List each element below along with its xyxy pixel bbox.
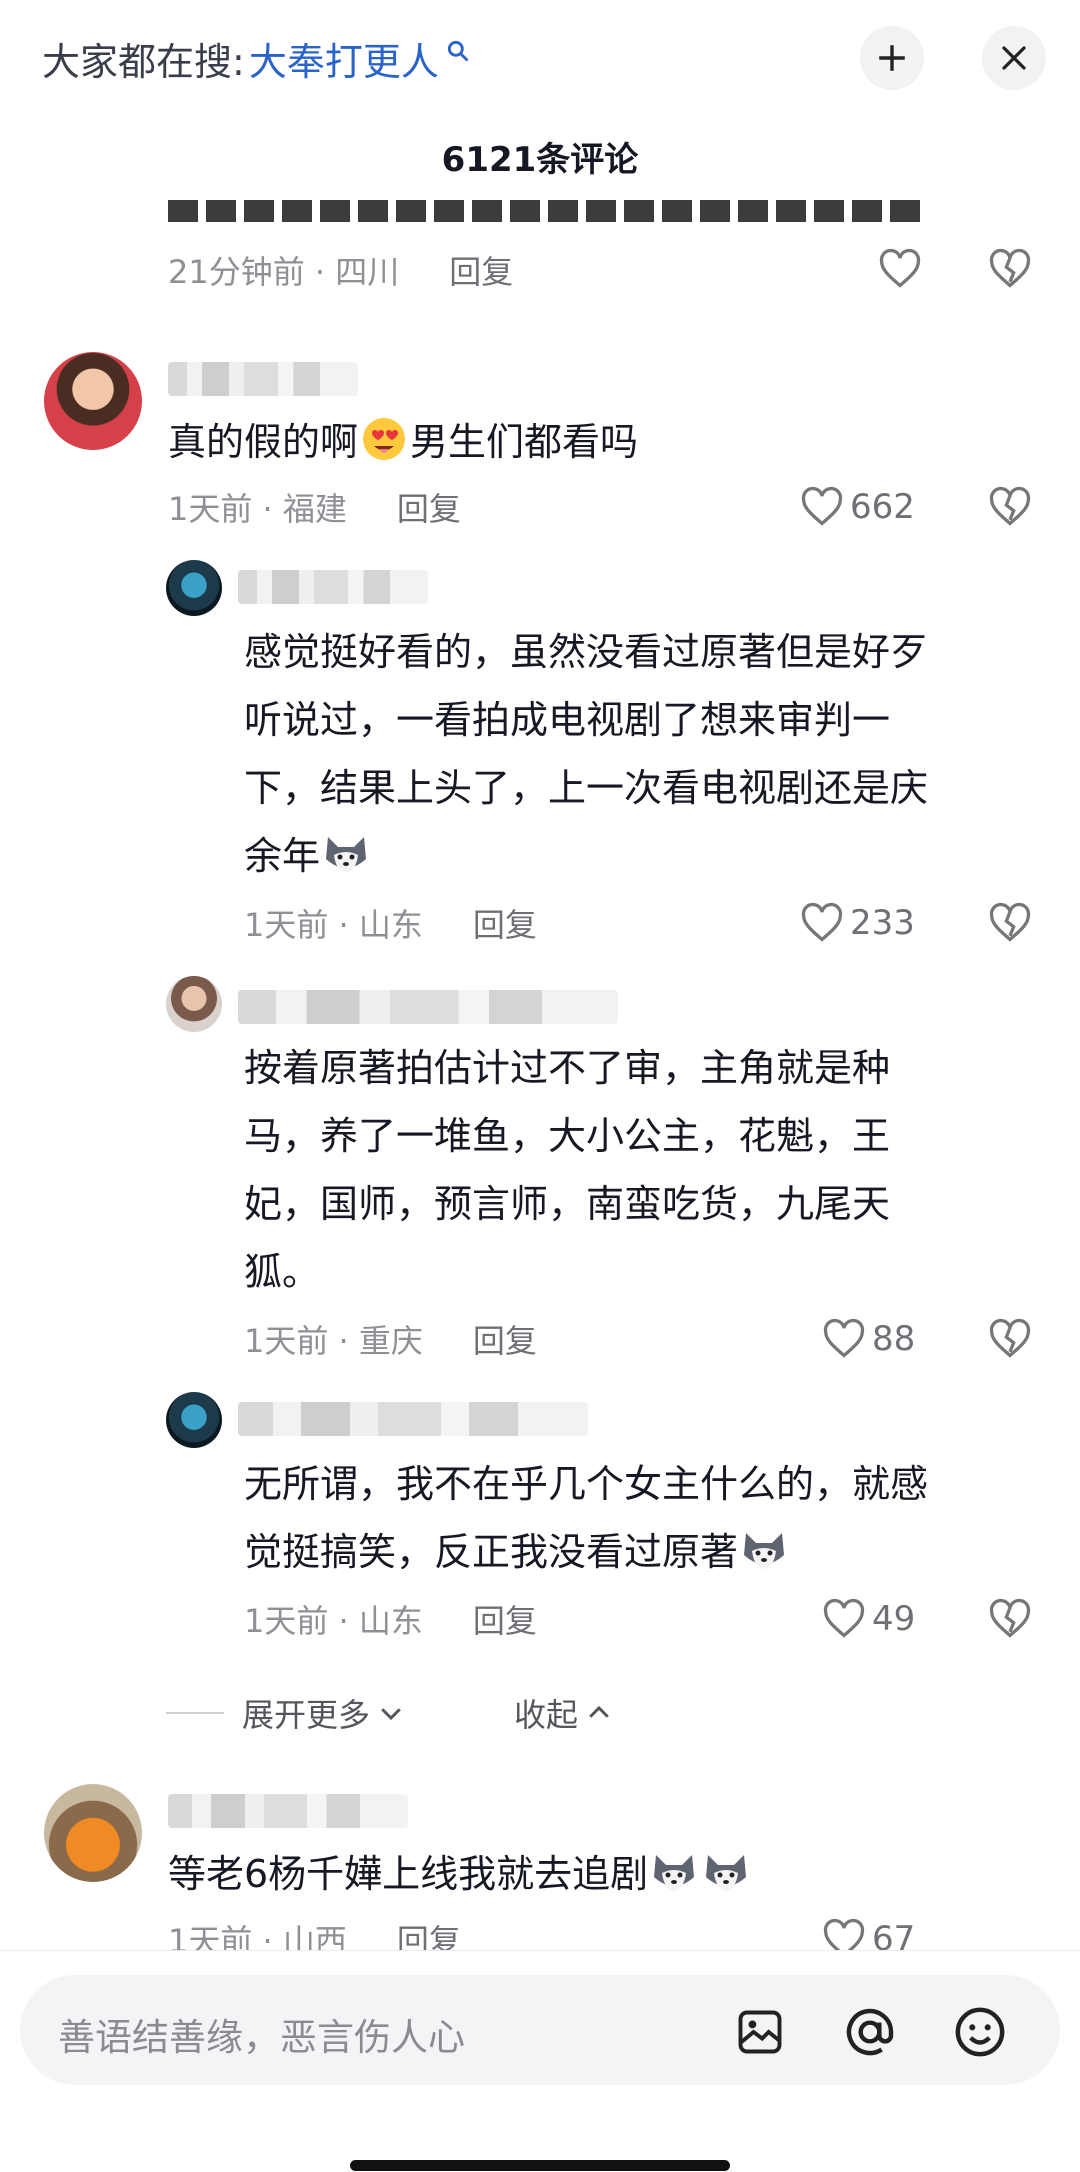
like-icon[interactable] — [878, 248, 922, 290]
comment-time-location: 1天前 · 山东 — [244, 906, 423, 944]
comment-time-location: 1天前 · 重庆 — [244, 1322, 423, 1360]
comment-time-location: 21分钟前 · 四川 — [168, 253, 400, 291]
chevron-up-icon — [589, 1705, 609, 1718]
reply-text-line: 听说过，一看拍成电视剧了想来审判一 — [244, 698, 891, 742]
comment-input-placeholder[interactable]: 善语结善缘，恶言伤人心 — [58, 2007, 465, 2061]
collapse-label: 收起 — [514, 1696, 579, 1734]
hot-search-bar[interactable]: 大家都在搜: 大奉打更人 — [42, 30, 471, 86]
comment-meta: 1天前 · 福建 回复 — [168, 482, 461, 532]
partial-comment-meta: 21分钟前 · 四川 回复 — [168, 245, 513, 295]
image-icon[interactable] — [734, 2006, 786, 2058]
hot-search-keyword[interactable]: 大奉打更人 — [249, 31, 439, 86]
username-blurred[interactable] — [238, 570, 428, 604]
husky-dog-emoji-icon — [706, 1855, 747, 1891]
like-count: 49 — [872, 1599, 916, 1639]
comment-count-title: 6121条评论 — [441, 140, 639, 180]
comment-time-location: 1天前 · 山东 — [244, 1602, 423, 1640]
chevron-down-icon — [381, 1708, 401, 1721]
dislike-icon[interactable] — [988, 1318, 1032, 1360]
reply-button[interactable]: 回复 — [473, 1596, 537, 1642]
username-blurred[interactable] — [168, 362, 358, 396]
reply-text: 无所谓，我不在乎几个女主什么的，就感 觉挺搞笑，反正我没看过原著 — [244, 1450, 928, 1586]
reply-text-line: 狐。 — [244, 1250, 321, 1294]
reply-button[interactable]: 回复 — [397, 484, 461, 530]
reply-button[interactable]: 回复 — [473, 1316, 537, 1362]
divider — [166, 1712, 224, 1714]
comment-text: 等老6杨千嬅上线我就去追剧 — [168, 1840, 752, 1908]
avatar[interactable] — [44, 352, 142, 450]
comment-time-location: 1天前 · 福建 — [168, 490, 347, 528]
like-button[interactable]: 233 — [800, 898, 915, 948]
reply-text: 按着原著拍估计过不了审，主角就是种 马，养了一堆鱼，大小公主，花魁，王 妃，国师… — [244, 1034, 890, 1306]
like-button[interactable]: 49 — [822, 1594, 915, 1644]
like-icon — [801, 902, 843, 942]
dislike-icon[interactable] — [988, 248, 1032, 290]
dislike-icon[interactable] — [988, 1598, 1032, 1640]
reply-text: 感觉挺好看的，虽然没看过原著但是好歹 听说过，一看拍成电视剧了想来审判一 下，结… — [244, 618, 928, 890]
dislike-icon[interactable] — [988, 486, 1032, 528]
reply-meta: 1天前 · 重庆 回复 — [244, 1314, 537, 1364]
home-indicator — [350, 2160, 730, 2171]
like-icon — [823, 1318, 865, 1358]
emoji-icon[interactable] — [952, 2004, 1008, 2060]
heart-eyes-emoji-icon — [363, 418, 406, 460]
comment-text: 真的假的啊 男生们都看吗 — [168, 408, 638, 476]
like-count: 88 — [872, 1319, 916, 1359]
avatar[interactable] — [166, 560, 222, 616]
husky-dog-emoji-icon — [744, 1533, 785, 1569]
reply-text-line: 马，养了一堆鱼，大小公主，花魁，王 — [244, 1114, 891, 1158]
reply-text-line: 下，结果上头了，上一次看电视剧还是庆 — [244, 766, 929, 810]
comment-text-part: 真的假的啊 — [168, 420, 359, 464]
username-blurred[interactable] — [168, 1794, 408, 1828]
reply-text-line: 感觉挺好看的，虽然没看过原著但是好歹 — [244, 630, 929, 674]
mention-icon[interactable] — [842, 2004, 898, 2060]
fullscreen-button[interactable] — [860, 26, 924, 90]
comment-text-part: 等老6杨千嬅上线我就去追剧 — [168, 1852, 649, 1896]
like-button[interactable]: 88 — [822, 1314, 915, 1364]
reply-button[interactable]: 回复 — [473, 900, 537, 946]
close-icon — [1002, 46, 1026, 70]
close-button[interactable] — [982, 26, 1046, 90]
reply-text-line: 无所谓，我不在乎几个女主什么的，就感 — [244, 1462, 929, 1506]
avatar[interactable] — [166, 1392, 222, 1448]
reply-meta: 1天前 · 山东 回复 — [244, 1594, 537, 1644]
like-count: 662 — [850, 487, 915, 527]
like-icon — [801, 486, 843, 526]
like-icon — [823, 1598, 865, 1638]
reply-meta: 1天前 · 山东 回复 — [244, 898, 537, 948]
avatar[interactable] — [44, 1784, 142, 1882]
reply-text-part: 余年 — [244, 834, 321, 878]
expand-more-label: 展开更多 — [242, 1696, 371, 1734]
expand-more-button[interactable]: 展开更多 — [166, 1688, 406, 1738]
reply-text-line: 妃，国师，预言师，南蛮吃货，九尾天 — [244, 1182, 891, 1226]
partial-comment-text — [168, 200, 928, 222]
username-blurred[interactable] — [238, 1402, 588, 1436]
comment-text-part: 男生们都看吗 — [410, 420, 639, 464]
search-icon — [447, 40, 468, 62]
reply-text-line: 觉挺搞笑，反正我没看过原著 — [244, 1518, 928, 1586]
husky-dog-emoji-icon — [326, 837, 367, 873]
dislike-icon[interactable] — [988, 902, 1032, 944]
reply-text-part: 觉挺搞笑，反正我没看过原著 — [244, 1530, 739, 1574]
like-button[interactable]: 662 — [800, 482, 915, 532]
hot-search-prefix: 大家都在搜: — [42, 39, 245, 84]
avatar[interactable] — [166, 976, 222, 1032]
expand-icon — [879, 45, 905, 71]
reply-text-line: 按着原著拍估计过不了审，主角就是种 — [244, 1046, 891, 1090]
like-count: 233 — [850, 903, 915, 943]
reply-text-line: 余年 — [244, 822, 928, 890]
collapse-button[interactable]: 收起 — [514, 1688, 614, 1738]
husky-dog-emoji-icon — [654, 1855, 695, 1891]
reply-button[interactable]: 回复 — [449, 247, 513, 293]
username-blurred[interactable] — [238, 990, 618, 1024]
